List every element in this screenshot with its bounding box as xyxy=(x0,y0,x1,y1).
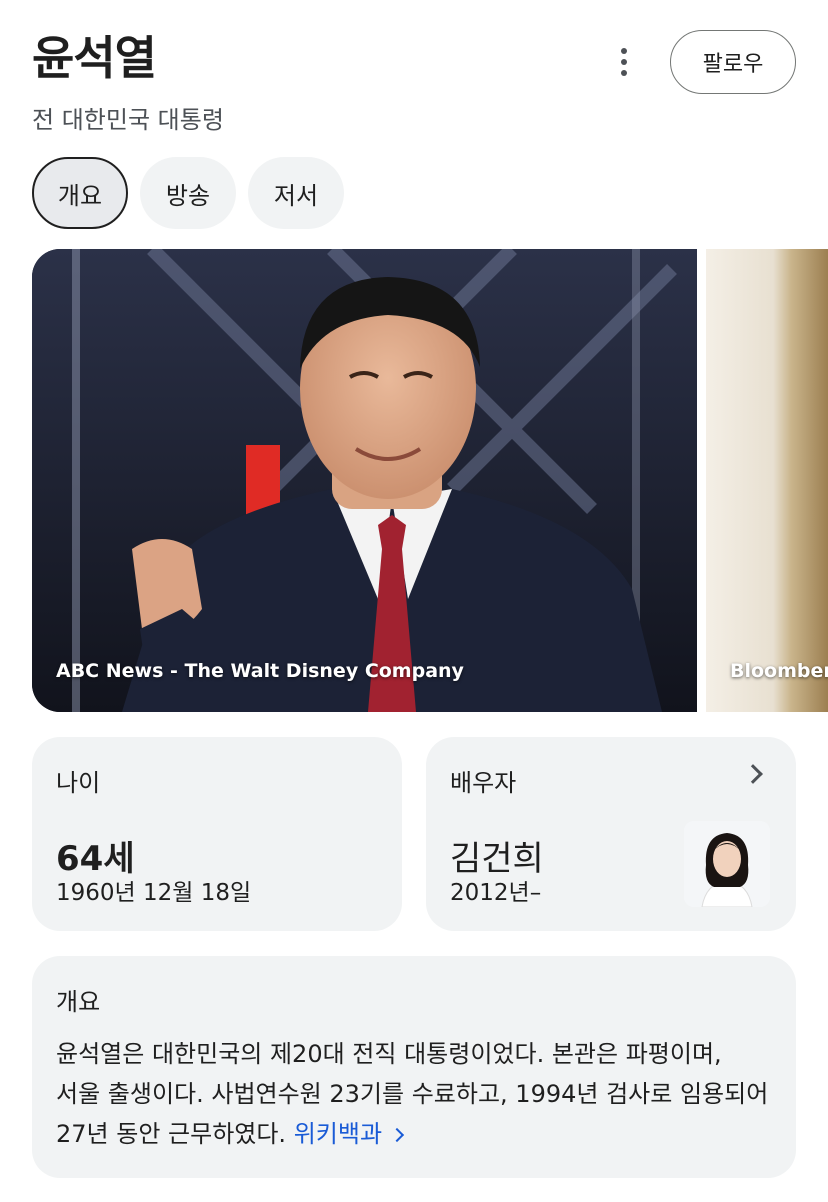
fact-card-spouse[interactable]: 배우자 김건희 2012년– xyxy=(426,737,796,931)
knowledge-panel: 윤석열 전 대한민국 대통령 팔로우 개요 방송 저서 ABC News - T… xyxy=(0,0,828,1202)
tab-broadcast[interactable]: 방송 xyxy=(140,157,236,229)
fact-detail: 1960년 12월 18일 xyxy=(56,880,252,906)
follow-button[interactable]: 팔로우 xyxy=(670,30,796,94)
overview-card: 개요 윤석열은 대한민국의 제20대 전직 대통령이었다. 본관은 파평이며, … xyxy=(32,956,796,1178)
more-vert-icon-dot xyxy=(621,70,627,76)
image-gallery: ABC News - The Walt Disney Company Bloom… xyxy=(32,249,828,712)
gallery-image-secondary[interactable]: Bloomberg xyxy=(706,249,828,712)
wikipedia-link-label: 위키백과 xyxy=(293,1120,383,1148)
tab-bar: 개요 방송 저서 xyxy=(32,157,344,229)
spouse-portrait-image xyxy=(684,821,770,907)
image-source-caption: Bloomberg xyxy=(730,660,828,682)
overview-text: 윤석열은 대한민국의 제20대 전직 대통령이었다. 본관은 파평이며, 서울 … xyxy=(56,1034,772,1154)
more-vert-icon xyxy=(621,48,627,54)
tab-books[interactable]: 저서 xyxy=(248,157,344,229)
tab-overview[interactable]: 개요 xyxy=(32,157,128,229)
overview-label: 개요 xyxy=(56,988,101,1016)
fact-card-age: 나이 64세 1960년 12월 18일 xyxy=(32,737,402,931)
spouse-thumbnail[interactable] xyxy=(684,821,770,907)
fact-label: 나이 xyxy=(56,769,101,797)
fact-label: 배우자 xyxy=(450,769,517,797)
gallery-image-main[interactable]: ABC News - The Walt Disney Company xyxy=(32,249,697,712)
image-source-caption: ABC News - The Walt Disney Company xyxy=(56,660,464,682)
more-vert-icon-dot xyxy=(621,59,627,65)
page-title: 윤석열 xyxy=(32,31,157,85)
chevron-right-icon xyxy=(389,1127,405,1143)
portrait-image xyxy=(32,249,697,712)
chevron-right-icon xyxy=(743,764,763,784)
more-options-button[interactable] xyxy=(604,40,644,84)
wikipedia-link[interactable]: 위키백과 xyxy=(293,1120,405,1148)
page-subtitle: 전 대한민국 대통령 xyxy=(32,106,224,134)
overview-description: 윤석열은 대한민국의 제20대 전직 대통령이었다. 본관은 파평이며, 서울 … xyxy=(56,1040,769,1148)
fact-detail: 2012년– xyxy=(450,880,542,906)
